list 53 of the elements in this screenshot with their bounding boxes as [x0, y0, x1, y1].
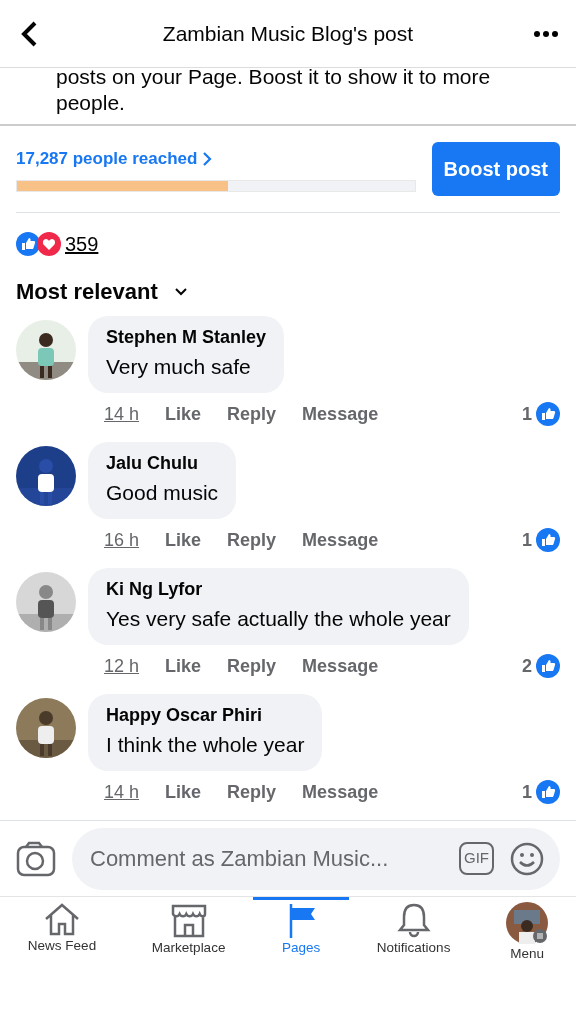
comment-text: I think the whole year: [106, 732, 305, 758]
comment-action[interactable]: Message: [302, 652, 379, 680]
comment-action[interactable]: Reply: [227, 652, 277, 680]
like-icon: [536, 654, 560, 678]
header-title: Zambian Music Blog's post: [162, 20, 414, 47]
comment-field[interactable]: Comment as Zambian Music... GIF: [72, 827, 560, 890]
smiley-icon[interactable]: [510, 841, 544, 876]
comment-action[interactable]: Reply: [227, 778, 277, 806]
tab[interactable]: Marketplace: [124, 897, 254, 966]
love-icon: [37, 232, 61, 256]
comment-action[interactable]: Like: [165, 652, 202, 680]
notice-text: posts on your Page. Boost it to show it to more: [56, 64, 492, 90]
comment-action[interactable]: Like: [165, 778, 202, 806]
comment-author[interactable]: Ki Ng Lyfor: [106, 576, 451, 603]
gif-button[interactable]: GIF: [459, 842, 494, 875]
comment-time[interactable]: 14 h: [104, 778, 140, 806]
comment-action[interactable]: Message: [302, 400, 379, 428]
camera-icon[interactable]: [16, 840, 56, 877]
chevron-icon: [201, 151, 214, 167]
boost-button[interactable]: Boost post: [431, 142, 560, 196]
comment-text: Good music: [106, 480, 219, 506]
like-icon: [536, 402, 560, 426]
comment-action[interactable]: Message: [302, 526, 379, 554]
comment-time[interactable]: 14 h: [104, 400, 140, 428]
comment-time[interactable]: 12 h: [104, 652, 140, 680]
like-count: 2: [522, 654, 532, 678]
like-count: 1: [522, 402, 532, 426]
tab[interactable]: News Feed: [0, 897, 124, 966]
comment-action[interactable]: Message: [302, 778, 379, 806]
tab[interactable]: Menu: [478, 897, 576, 966]
chevron-down-icon[interactable]: [173, 286, 188, 297]
comment-author[interactable]: Jalu Chulu: [106, 450, 219, 477]
like-count: 1: [522, 780, 532, 804]
comment-text: Very much safe: [106, 354, 252, 380]
like-icon: [536, 528, 560, 552]
comment-action[interactable]: Like: [165, 400, 202, 428]
sort-label[interactable]: Most relevant: [16, 275, 158, 308]
comment-author[interactable]: Happy Oscar Phiri: [106, 702, 305, 729]
profile-avatar: [506, 902, 549, 944]
like-icon: [16, 232, 40, 256]
comment-action[interactable]: Like: [165, 526, 202, 554]
tab[interactable]: Pages: [253, 897, 349, 966]
comment-action[interactable]: Reply: [227, 400, 277, 428]
comment-author[interactable]: Stephen M Stanley: [106, 324, 267, 351]
reaction-count[interactable]: 359: [65, 229, 99, 259]
comment-action[interactable]: Reply: [227, 526, 277, 554]
like-icon: [536, 780, 560, 804]
notice-text: people.: [56, 90, 126, 116]
comment-text: Yes very safe actually the whole year: [106, 606, 451, 632]
reach-link[interactable]: 17,287 people reached: [16, 146, 214, 172]
like-count: 1: [522, 528, 532, 552]
tab[interactable]: Notifications: [349, 897, 479, 966]
comment-time[interactable]: 16 h: [104, 526, 140, 554]
